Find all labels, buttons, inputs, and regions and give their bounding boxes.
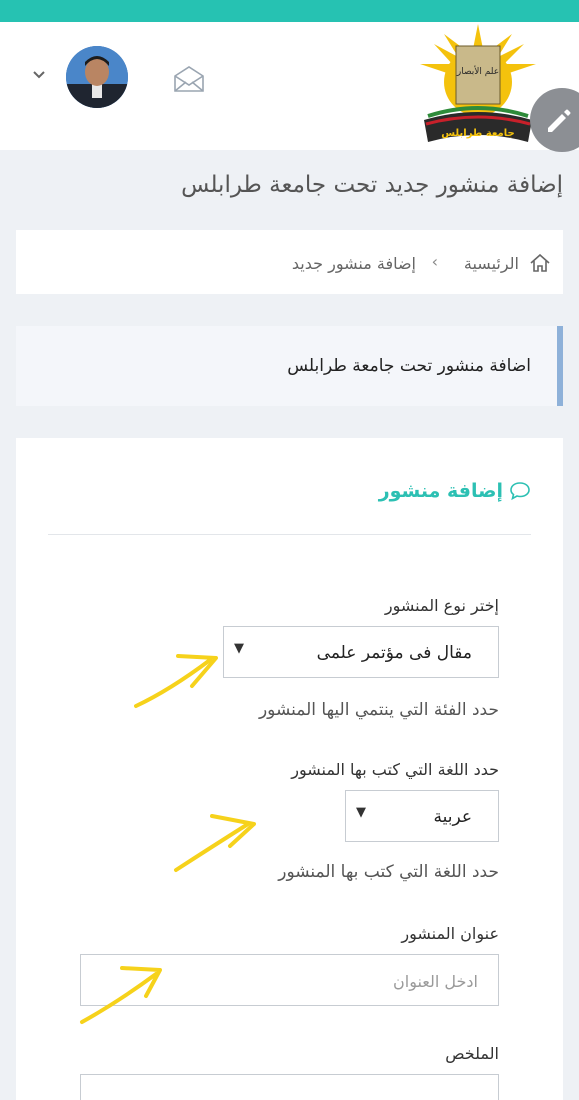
- logo-text-bottom: جامعة طرابلس: [441, 128, 514, 139]
- divider: [48, 534, 531, 535]
- dropdown-arrow-icon: ▼: [234, 641, 244, 656]
- language-help: حدد اللغة التي كتب بها المنشور: [278, 862, 499, 882]
- post-type-select[interactable]: مقال فى مؤتمر علمى ▼: [223, 626, 499, 678]
- notice-text: اضافة منشور تحت جامعة طرابلس: [287, 356, 531, 376]
- language-value: عربية: [433, 807, 473, 827]
- breadcrumb-home-link[interactable]: الرئيسية: [464, 254, 519, 273]
- post-type-help: حدد الفئة التي ينتمي اليها المنشور: [258, 700, 499, 720]
- mail-icon[interactable]: [172, 64, 206, 94]
- logo-text-top: علم الأبصار: [456, 65, 499, 77]
- pencil-icon: [548, 109, 571, 132]
- notice-box: اضافة منشور تحت جامعة طرابلس: [16, 326, 563, 406]
- annotation-arrow-icon: [134, 654, 218, 708]
- chevron-down-icon[interactable]: [30, 68, 48, 82]
- dropdown-arrow-icon: ▼: [356, 805, 366, 820]
- avatar[interactable]: [66, 46, 128, 108]
- language-select[interactable]: عربية ▼: [345, 790, 499, 842]
- summary-label: الملخص: [445, 1044, 499, 1063]
- form-title-text: إضافة منشور: [378, 480, 503, 502]
- page-title: إضافة منشور جديد تحت جامعة طرابلس: [181, 172, 563, 198]
- breadcrumb-current: إضافة منشور جديد: [291, 254, 416, 273]
- post-type-label: إختر نوع المنشور: [384, 596, 499, 615]
- breadcrumb: الرئيسية › إضافة منشور جديد: [16, 230, 563, 294]
- language-label: حدد اللغة التي كتب بها المنشور: [291, 760, 499, 779]
- post-title-label: عنوان المنشور: [401, 924, 499, 943]
- post-type-value: مقال فى مؤتمر علمى: [316, 643, 472, 663]
- top-accent-bar: [0, 0, 579, 22]
- annotation-arrow-icon: [174, 814, 256, 872]
- post-title-placeholder: ادخل العنوان: [393, 972, 478, 991]
- home-icon[interactable]: [529, 252, 551, 274]
- breadcrumb-separator: ›: [431, 252, 438, 271]
- comment-icon: [510, 482, 530, 501]
- annotation-arrow-icon: [80, 966, 162, 1024]
- form-title: إضافة منشور: [379, 480, 531, 502]
- summary-textarea[interactable]: [80, 1074, 499, 1100]
- university-logo: علم الأبصار جامعة طرابلس: [416, 24, 540, 146]
